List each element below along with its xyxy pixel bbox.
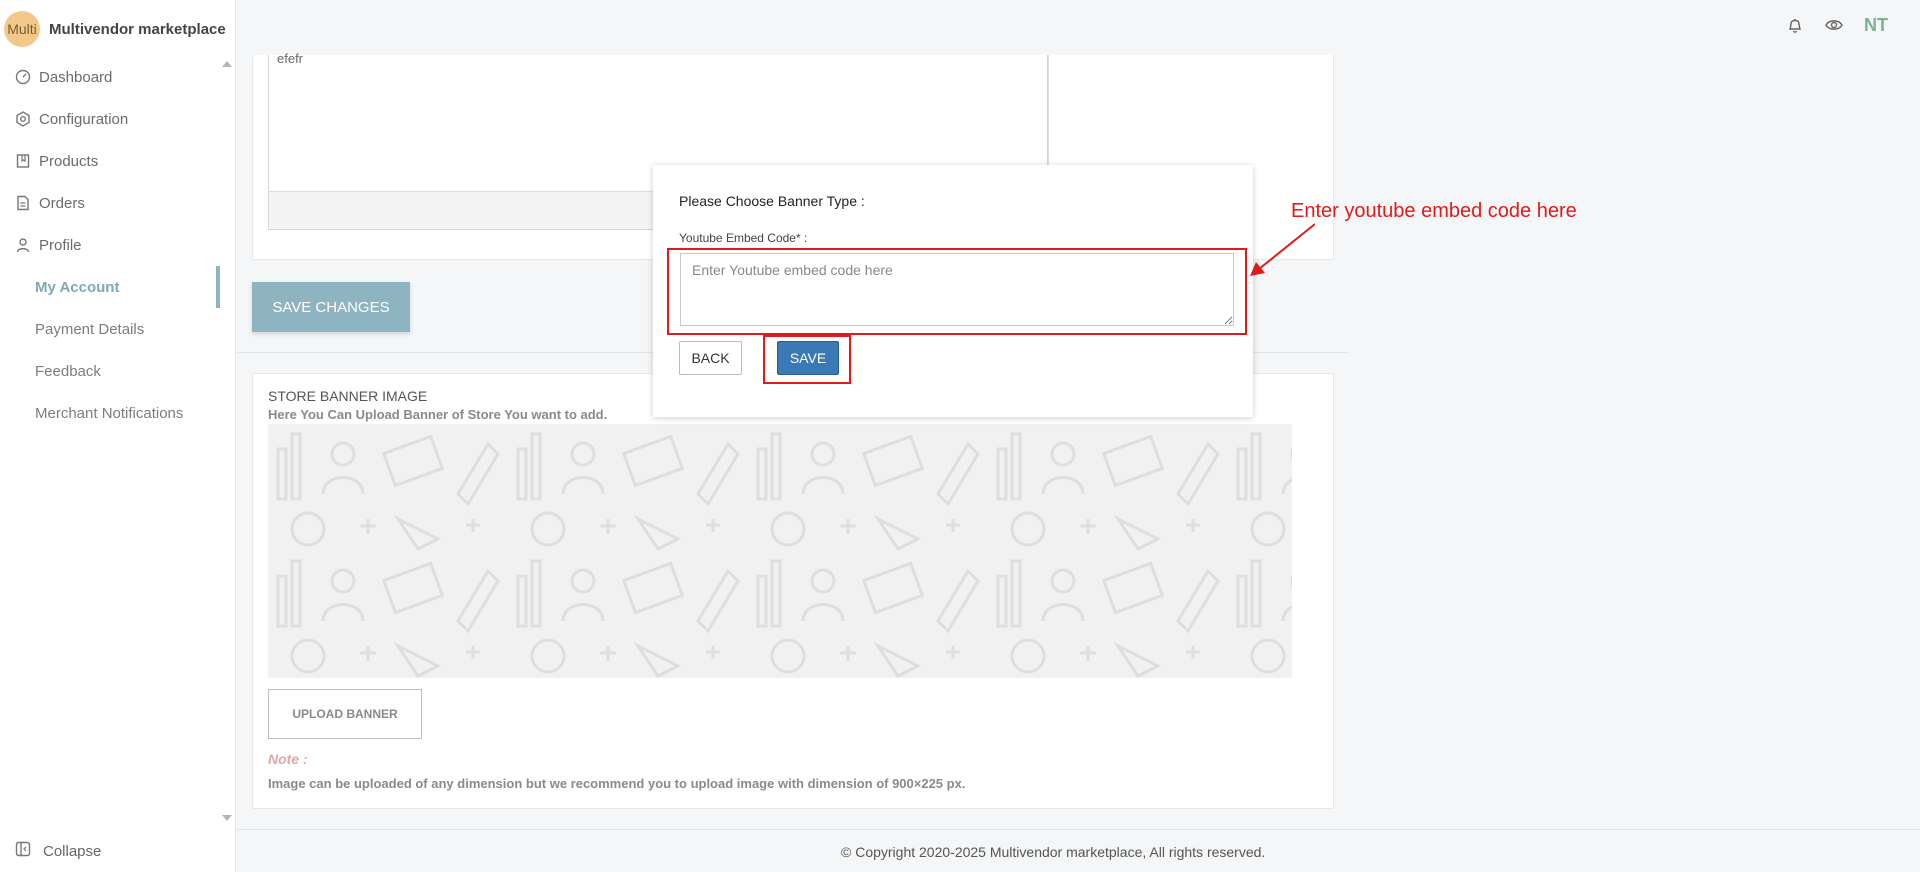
sidebar-item-products[interactable]: Products	[0, 140, 224, 182]
sidebar: Multi Multivendor marketplace Dashboard …	[0, 0, 236, 872]
store-banner-title: STORE BANNER IMAGE	[268, 388, 428, 404]
banner-preview-image	[268, 424, 1292, 678]
upload-banner-button[interactable]: UPLOAD BANNER	[268, 689, 422, 739]
store-banner-subtitle: Here You Can Upload Banner of Store You …	[268, 407, 608, 422]
bell-icon[interactable]	[1784, 14, 1806, 36]
header-actions: NT	[1784, 14, 1920, 36]
store-banner-panel: STORE BANNER IMAGE Here You Can Upload B…	[252, 373, 1334, 809]
document-icon	[15, 195, 31, 211]
top-header: NT	[237, 0, 1920, 55]
sidebar-item-configuration[interactable]: Configuration	[0, 98, 224, 140]
book-icon	[15, 153, 31, 169]
editor-text: efefr	[277, 51, 304, 66]
sidebar-nav: Dashboard Configuration Products Orders …	[0, 56, 224, 434]
hexagon-gear-icon	[15, 111, 31, 127]
sidebar-item-label: Profile	[39, 236, 82, 254]
sidebar-scroll-down-icon[interactable]	[222, 815, 232, 821]
sidebar-item-payment-details[interactable]: Payment Details	[0, 308, 224, 350]
brand-name: Multivendor marketplace	[49, 20, 226, 38]
modal-title: Please Choose Banner Type :	[679, 193, 865, 209]
sidebar-item-label: Products	[39, 152, 99, 170]
user-icon	[15, 237, 31, 253]
collapse-button[interactable]: Collapse	[15, 841, 101, 861]
brand[interactable]: Multi Multivendor marketplace	[4, 10, 226, 48]
sidebar-item-feedback[interactable]: Feedback	[0, 350, 224, 392]
user-avatar-initials[interactable]: NT	[1864, 15, 1888, 36]
sidebar-item-profile[interactable]: Profile	[0, 224, 224, 266]
note-label: Note :	[268, 751, 308, 767]
sidebar-item-label: Dashboard	[39, 68, 113, 86]
annotation-text: Enter youtube embed code here	[1291, 200, 1577, 222]
annotation-highlight-input	[667, 248, 1247, 335]
sidebar-item-merchant-notifications[interactable]: Merchant Notifications	[0, 392, 224, 434]
youtube-embed-label: Youtube Embed Code* :	[679, 231, 808, 245]
sidebar-item-dashboard[interactable]: Dashboard	[0, 56, 224, 98]
collapse-icon	[15, 841, 31, 861]
collapse-label: Collapse	[43, 842, 102, 860]
brand-logo: Multi	[4, 11, 40, 47]
panel-divider	[1048, 55, 1049, 165]
back-button[interactable]: BACK	[679, 341, 742, 375]
sidebar-item-my-account[interactable]: My Account	[0, 266, 224, 308]
banner-pattern	[268, 424, 1292, 678]
annotation-highlight-save	[763, 335, 851, 384]
save-changes-button[interactable]: SAVE CHANGES	[252, 282, 410, 332]
annotation-arrow-icon	[1250, 223, 1315, 276]
copyright-text: © Copyright 2020-2025 Multivendor market…	[841, 844, 1266, 860]
footer: © Copyright 2020-2025 Multivendor market…	[237, 829, 1920, 872]
dashboard-icon	[15, 69, 31, 85]
sidebar-item-label: Configuration	[39, 110, 129, 128]
note-text: Image can be uploaded of any dimension b…	[268, 776, 966, 791]
eye-icon[interactable]	[1823, 14, 1845, 36]
sidebar-item-label: Orders	[39, 194, 85, 212]
sidebar-item-orders[interactable]: Orders	[0, 182, 224, 224]
